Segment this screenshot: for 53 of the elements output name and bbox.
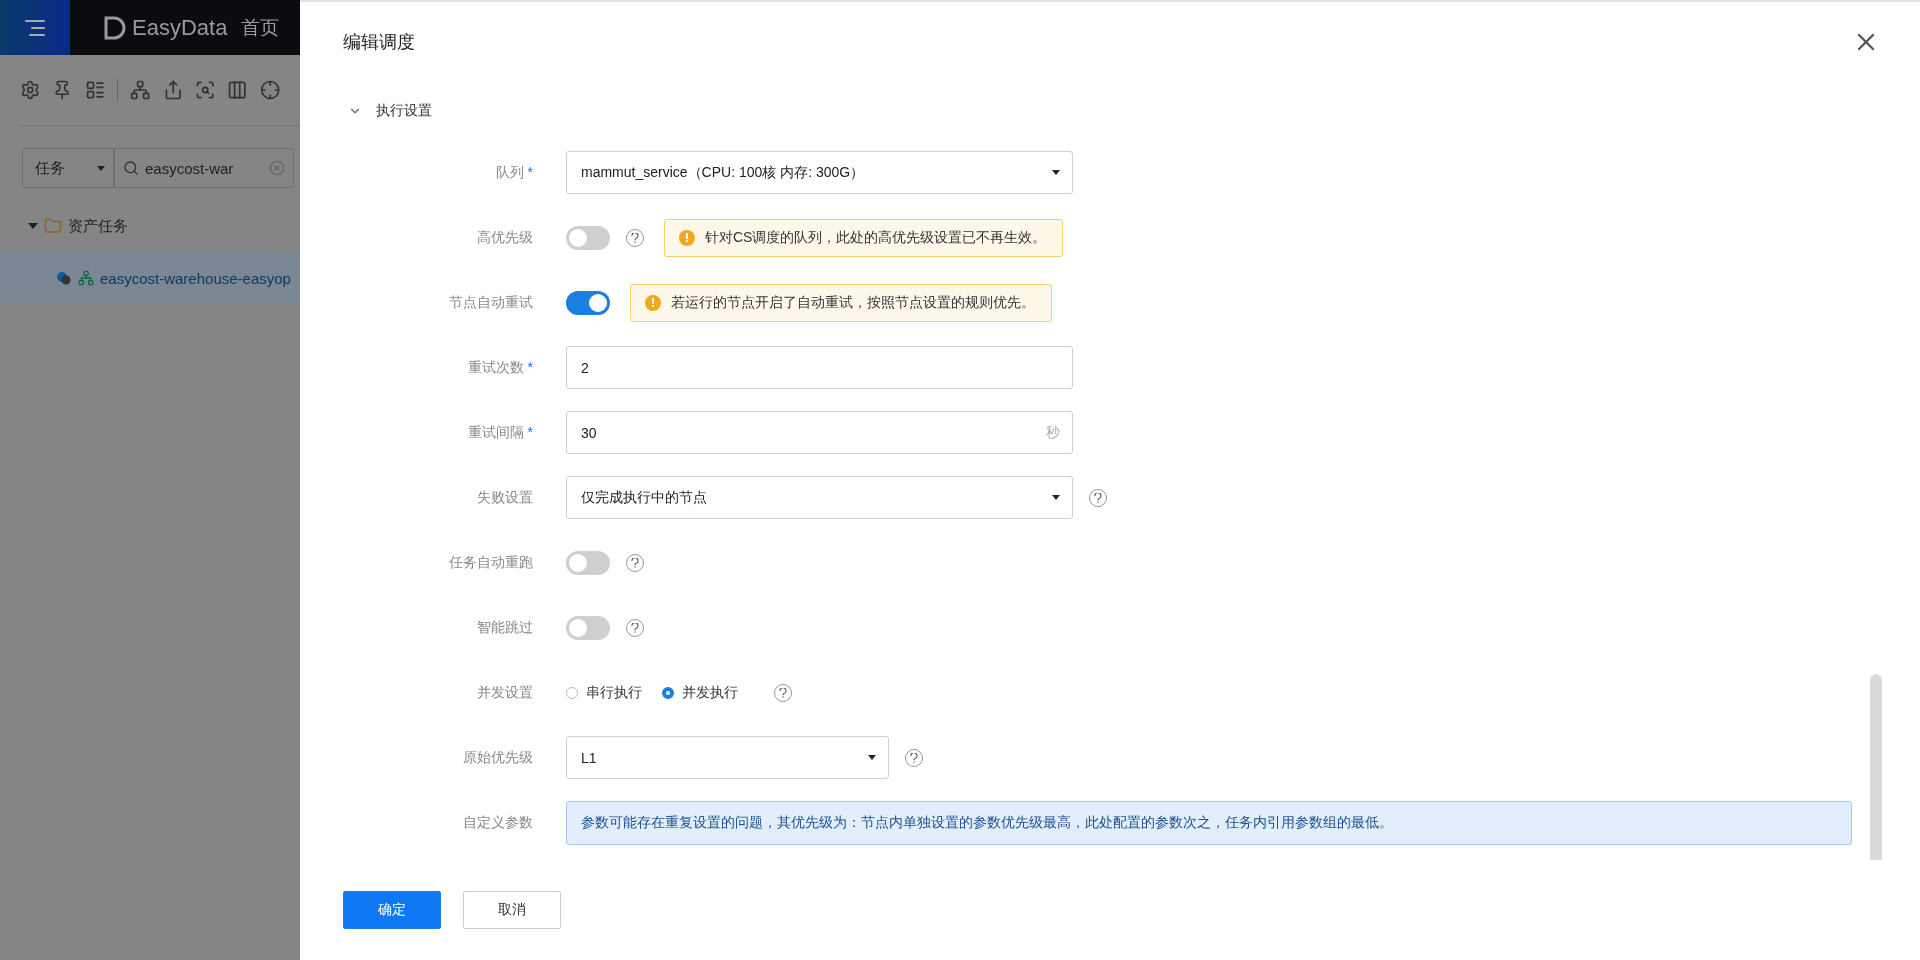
caret-icon	[868, 755, 876, 760]
notice-text: 针对CS调度的队列，此处的高优先级设置已不再生效。	[705, 228, 1047, 247]
confirm-button[interactable]: 确定	[343, 891, 441, 929]
expand-caret-icon[interactable]	[28, 223, 38, 229]
radio-option[interactable]: 串行执行	[566, 683, 642, 702]
warning-icon	[679, 229, 695, 246]
columns-icon[interactable]	[227, 79, 248, 101]
field-label: 重试间隔 *	[466, 423, 534, 442]
search-field[interactable]: easycost-war	[114, 148, 294, 188]
field-label: 高优先级	[476, 228, 534, 247]
hierarchy-icon[interactable]	[130, 79, 151, 101]
notice-text: 若运行的节点开启了自动重试，按照节点设置的规则优先。	[671, 293, 1035, 312]
field-label: 自定义参数	[462, 813, 534, 832]
field-label: 任务自动重跑	[448, 553, 534, 572]
toggle-switch[interactable]	[566, 290, 610, 315]
layout-icon[interactable]	[84, 79, 106, 101]
nav-link[interactable]: 首页	[241, 14, 280, 41]
caret-icon	[1052, 495, 1060, 500]
select-field[interactable]: 仅完成执行中的节点	[566, 476, 1073, 519]
toggle-switch[interactable]	[566, 550, 610, 575]
toggle-switch[interactable]	[566, 225, 610, 250]
warning-icon	[645, 294, 661, 311]
select-field[interactable]: mammut_service（CPU: 100核 内存: 300G）	[566, 151, 1073, 194]
menu-button[interactable]	[0, 0, 70, 55]
field-label: 重试次数 *	[466, 358, 534, 377]
info-notice: 参数可能存在重复设置的问题，其优先级为：节点内单独设置的参数优先级最高，此处配置的参数次之，任务内引用参数组的最低。	[566, 800, 1852, 845]
required-mark: *	[527, 423, 533, 440]
field-label: 并发设置	[476, 683, 534, 702]
input-field[interactable]: 30 秒	[566, 411, 1073, 454]
input-field[interactable]: 2	[566, 346, 1073, 389]
radio-option[interactable]: 并发执行	[662, 683, 738, 702]
field-label: 队列 *	[494, 163, 534, 182]
toggle-switch[interactable]	[566, 615, 610, 640]
drawer-title: 编辑调度	[343, 31, 415, 54]
search-icon	[123, 160, 139, 176]
section-header[interactable]: 执行设置	[343, 82, 432, 140]
scrollbar[interactable]	[1870, 674, 1882, 860]
crosshair-icon[interactable]	[259, 79, 280, 101]
tree-item[interactable]: 资产任务	[0, 200, 300, 252]
field-label: 节点自动重试	[448, 293, 534, 312]
type-select[interactable]: 任务	[22, 148, 114, 188]
folder-icon	[44, 217, 62, 235]
field-label: 智能跳过	[476, 618, 534, 637]
settings-icon[interactable]	[20, 79, 41, 101]
flow-icon	[78, 270, 94, 286]
required-mark: *	[527, 358, 533, 375]
logo: EasyData	[104, 14, 228, 41]
select-field[interactable]: L1	[566, 736, 889, 779]
field-label: 原始优先级	[462, 748, 534, 767]
required-mark: *	[527, 163, 533, 180]
caret-icon	[1052, 170, 1060, 175]
field-label: 失败设置	[476, 488, 534, 507]
cancel-button[interactable]: 取消	[463, 891, 561, 929]
